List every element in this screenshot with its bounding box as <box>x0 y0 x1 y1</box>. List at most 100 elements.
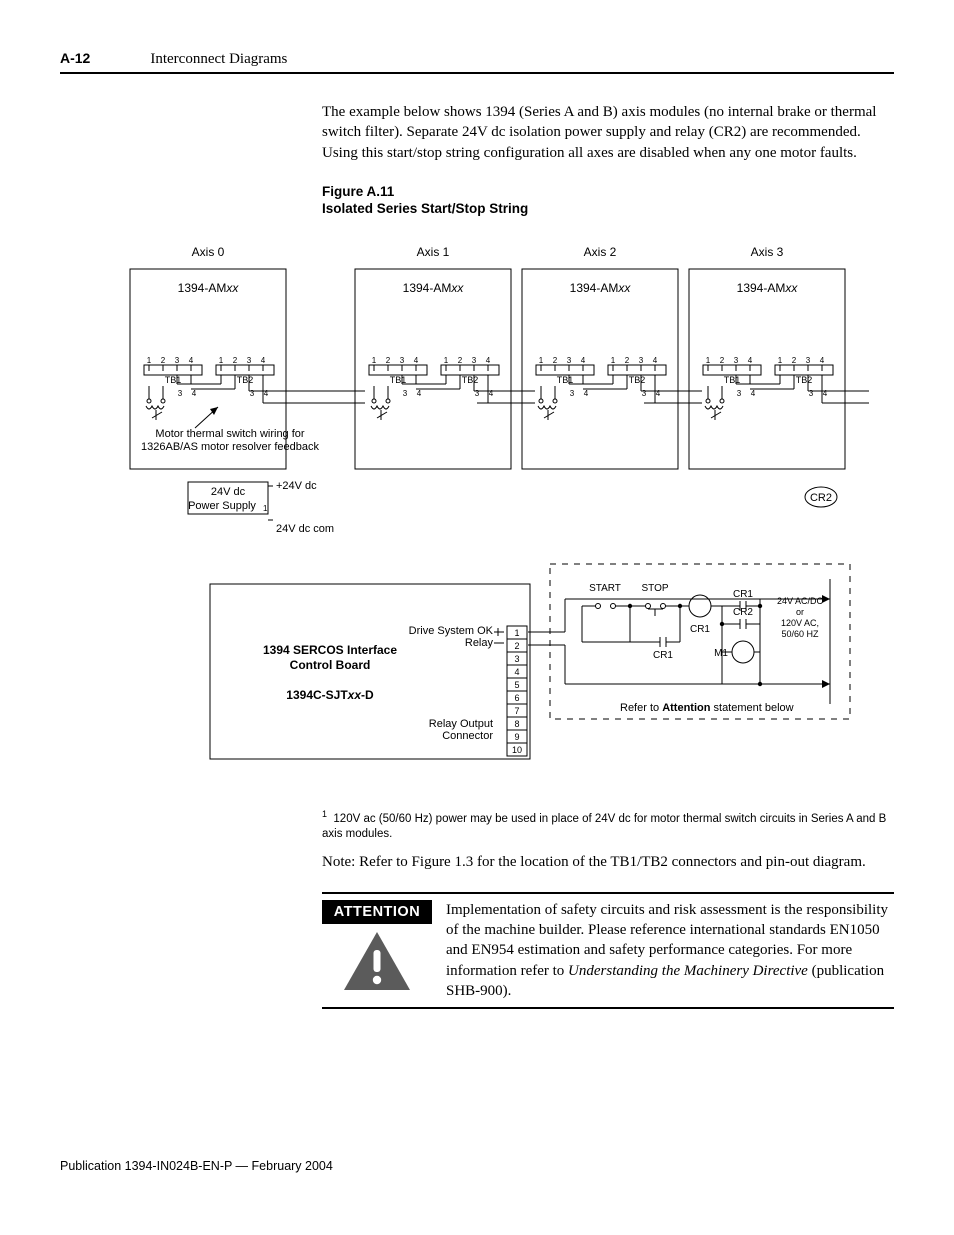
svg-text:Drive System OK: Drive System OK <box>409 625 494 637</box>
svg-text:1: 1 <box>263 504 268 513</box>
svg-text:4: 4 <box>751 389 756 398</box>
svg-text:2: 2 <box>792 356 797 365</box>
svg-text:3: 3 <box>737 389 742 398</box>
svg-text:M1: M1 <box>714 648 728 659</box>
svg-text:24V dc: 24V dc <box>211 486 246 498</box>
svg-text:CR1: CR1 <box>653 650 673 661</box>
svg-text:4: 4 <box>264 389 269 398</box>
svg-text:Control Board: Control Board <box>290 658 371 672</box>
svg-text:3: 3 <box>403 389 408 398</box>
svg-text:4: 4 <box>581 356 586 365</box>
svg-text:2: 2 <box>553 356 558 365</box>
svg-text:Refer to Attention statement b: Refer to Attention statement below <box>620 702 794 714</box>
svg-text:4: 4 <box>656 389 661 398</box>
svg-text:1394 SERCOS Interface: 1394 SERCOS Interface <box>263 643 397 657</box>
intro-paragraph: The example below shows 1394 (Series A a… <box>322 102 894 163</box>
figure-number: Figure A.11 <box>322 183 894 201</box>
svg-text:2: 2 <box>233 356 238 365</box>
attention-text: Implementation of safety circuits and ri… <box>446 900 894 1001</box>
svg-text:1326AB/AS motor resolver feedb: 1326AB/AS motor resolver feedback <box>141 441 319 453</box>
svg-text:Power Supply: Power Supply <box>188 500 256 512</box>
svg-text:3: 3 <box>734 356 739 365</box>
svg-text:3: 3 <box>247 356 252 365</box>
svg-text:4: 4 <box>584 389 589 398</box>
svg-text:1394-AMxx: 1394-AMxx <box>403 281 465 295</box>
svg-text:or: or <box>796 607 804 617</box>
section-title: Interconnect Diagrams <box>150 51 287 68</box>
svg-text:1: 1 <box>372 356 377 365</box>
svg-text:4: 4 <box>417 389 422 398</box>
publication-line: Publication 1394-IN024B-EN-P — February … <box>60 1159 894 1173</box>
svg-text:1: 1 <box>147 356 152 365</box>
svg-text:8: 8 <box>514 719 519 729</box>
svg-text:3: 3 <box>250 389 255 398</box>
svg-text:50/60 HZ: 50/60 HZ <box>781 629 819 639</box>
svg-text:1: 1 <box>611 356 616 365</box>
svg-text:3: 3 <box>475 389 480 398</box>
footnote: 1 120V ac (50/60 Hz) power may be used i… <box>322 809 894 842</box>
svg-text:10: 10 <box>512 745 522 755</box>
svg-text:4: 4 <box>748 356 753 365</box>
svg-text:2: 2 <box>161 356 166 365</box>
svg-text:Axis 0: Axis 0 <box>192 245 225 259</box>
svg-text:Connector: Connector <box>442 730 493 742</box>
svg-text:3: 3 <box>806 356 811 365</box>
svg-text:9: 9 <box>514 732 519 742</box>
svg-text:+24V dc: +24V dc <box>276 480 317 492</box>
svg-text:START: START <box>589 583 621 594</box>
svg-text:CR2: CR2 <box>810 492 832 504</box>
warning-icon <box>342 930 412 992</box>
attention-label: ATTENTION <box>322 900 432 924</box>
svg-text:1: 1 <box>706 356 711 365</box>
attention-block: ATTENTION Implementation of safety circu… <box>322 900 894 1001</box>
svg-text:1: 1 <box>444 356 449 365</box>
svg-text:4: 4 <box>486 356 491 365</box>
svg-text:24V AC/DC: 24V AC/DC <box>777 596 824 606</box>
svg-text:2: 2 <box>625 356 630 365</box>
note-paragraph: Note: Refer to Figure 1.3 for the locati… <box>322 852 894 872</box>
svg-text:3: 3 <box>809 389 814 398</box>
svg-text:7: 7 <box>514 706 519 716</box>
svg-text:1394C-SJTxx-D: 1394C-SJTxx-D <box>286 688 374 702</box>
svg-text:TB2: TB2 <box>629 375 646 385</box>
svg-text:3: 3 <box>175 356 180 365</box>
svg-text:2: 2 <box>514 641 519 651</box>
svg-text:3: 3 <box>567 356 572 365</box>
attention-rule-bottom <box>322 1007 894 1009</box>
svg-text:1: 1 <box>778 356 783 365</box>
svg-text:TB2: TB2 <box>462 375 479 385</box>
header-rule <box>60 72 894 74</box>
svg-text:1: 1 <box>539 356 544 365</box>
svg-text:4: 4 <box>823 389 828 398</box>
svg-text:1: 1 <box>219 356 224 365</box>
svg-text:Relay: Relay <box>465 637 494 649</box>
svg-text:1394-AMxx: 1394-AMxx <box>570 281 632 295</box>
svg-text:3: 3 <box>472 356 477 365</box>
svg-text:TB2: TB2 <box>237 375 254 385</box>
svg-text:2: 2 <box>458 356 463 365</box>
page-number: A-12 <box>60 50 90 66</box>
svg-text:5: 5 <box>514 680 519 690</box>
figure-title: Isolated Series Start/Stop String <box>322 200 894 218</box>
svg-text:Axis 3: Axis 3 <box>751 245 784 259</box>
svg-text:2: 2 <box>386 356 391 365</box>
figure-diagram: Axis 01394-AMxx1234TB11234TB23434 Axis 1… <box>60 234 894 799</box>
svg-text:Relay Output: Relay Output <box>429 718 493 730</box>
svg-text:CR1: CR1 <box>690 624 710 635</box>
svg-text:4: 4 <box>514 667 519 677</box>
svg-text:Motor thermal switch wiring fo: Motor thermal switch wiring for <box>155 428 304 440</box>
svg-text:Axis 1: Axis 1 <box>417 245 450 259</box>
svg-text:3: 3 <box>514 654 519 664</box>
svg-text:Axis 2: Axis 2 <box>584 245 617 259</box>
svg-text:TB2: TB2 <box>796 375 813 385</box>
svg-text:3: 3 <box>639 356 644 365</box>
svg-text:CR1: CR1 <box>733 589 753 600</box>
svg-text:4: 4 <box>653 356 658 365</box>
svg-text:4: 4 <box>189 356 194 365</box>
svg-text:24V dc com: 24V dc com <box>276 523 334 535</box>
svg-text:3: 3 <box>642 389 647 398</box>
svg-text:3: 3 <box>178 389 183 398</box>
svg-text:2: 2 <box>720 356 725 365</box>
svg-text:1394-AMxx: 1394-AMxx <box>178 281 240 295</box>
svg-text:STOP: STOP <box>641 583 668 594</box>
